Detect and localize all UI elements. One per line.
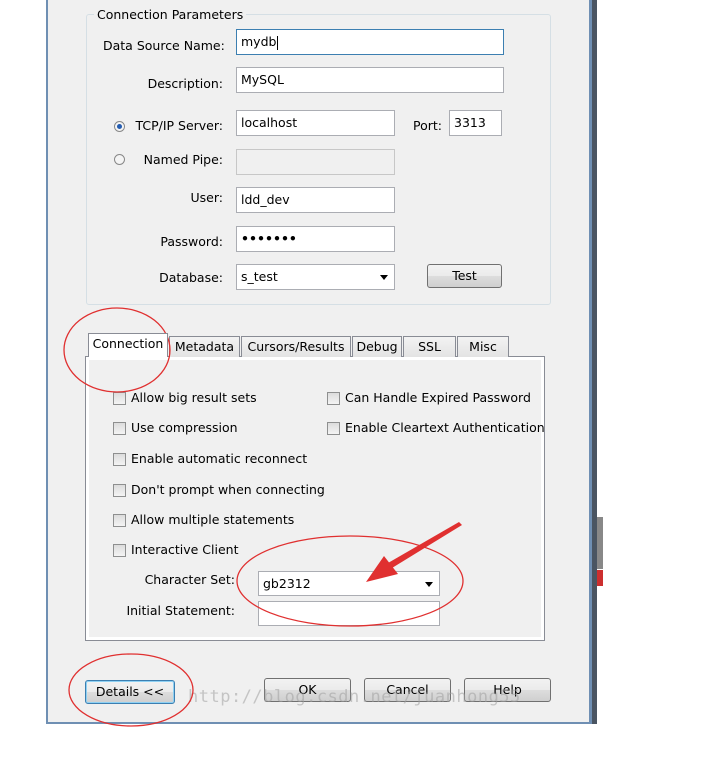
interactive-client-checkbox[interactable] [113, 544, 126, 557]
tab-misc[interactable]: Misc [457, 336, 509, 357]
tab-connection[interactable]: Connection [88, 333, 168, 357]
enable-automatic-reconnect-label: Enable automatic reconnect [131, 451, 308, 466]
password-input[interactable]: ••••••• [236, 226, 395, 252]
allow-big-result-sets-checkbox[interactable] [113, 392, 126, 405]
data-source-name-label: Data Source Name: [103, 38, 225, 53]
window-bottom-border [46, 722, 592, 724]
description-input[interactable]: MySQL [236, 67, 504, 93]
initial-statement-label: Initial Statement: [126, 603, 235, 618]
background-window-edge-red [597, 570, 603, 586]
character-set-combobox[interactable]: gb2312 [258, 571, 440, 596]
allow-multiple-statements-checkbox[interactable] [113, 514, 126, 527]
tab-metadata[interactable]: Metadata [169, 336, 240, 357]
watermark-text: http://blog.csdn.net/juanhong55 [188, 687, 521, 707]
tab-debug[interactable]: Debug [352, 336, 402, 357]
tcpip-server-label: TCP/IP Server: [135, 118, 223, 133]
port-input[interactable]: 3313 [449, 110, 502, 136]
initial-statement-input[interactable] [258, 601, 440, 626]
interactive-client-label: Interactive Client [131, 542, 239, 557]
enable-cleartext-auth-label: Enable Cleartext Authentication [345, 420, 545, 435]
character-set-label: Character Set: [144, 572, 235, 587]
chevron-down-icon [380, 275, 388, 280]
user-input[interactable]: ldd_dev [236, 187, 395, 213]
text-caret [277, 35, 279, 50]
enable-cleartext-auth-checkbox[interactable] [327, 422, 340, 435]
tab-ssl[interactable]: SSL [403, 336, 456, 357]
database-combobox[interactable]: s_test [236, 264, 395, 290]
named-pipe-label: Named Pipe: [143, 152, 223, 167]
description-label: Description: [147, 76, 223, 91]
tab-cursors-results[interactable]: Cursors/Results [241, 336, 351, 357]
connection-parameters-title: Connection Parameters [94, 7, 247, 22]
tcpip-server-input[interactable]: localhost [236, 110, 395, 136]
named-pipe-input[interactable] [236, 149, 395, 175]
user-label: User: [190, 190, 223, 205]
password-label: Password: [160, 234, 223, 249]
details-button[interactable]: Details << [85, 680, 175, 704]
background-window-strip [592, 0, 597, 724]
background-window-edge [597, 517, 603, 569]
data-source-name-input[interactable]: mydb [236, 29, 504, 55]
test-button[interactable]: Test [427, 264, 502, 288]
use-compression-checkbox[interactable] [113, 422, 126, 435]
can-handle-expired-password-label: Can Handle Expired Password [345, 390, 531, 405]
dont-prompt-checkbox[interactable] [113, 484, 126, 497]
can-handle-expired-password-checkbox[interactable] [327, 392, 340, 405]
dont-prompt-label: Don't prompt when connecting [131, 482, 325, 497]
port-label: Port: [413, 118, 442, 133]
use-compression-label: Use compression [131, 420, 238, 435]
allow-big-result-sets-label: Allow big result sets [131, 390, 257, 405]
allow-multiple-statements-label: Allow multiple statements [131, 512, 295, 527]
chevron-down-icon [425, 582, 433, 587]
enable-automatic-reconnect-checkbox[interactable] [113, 453, 126, 466]
database-label: Database: [159, 270, 223, 285]
